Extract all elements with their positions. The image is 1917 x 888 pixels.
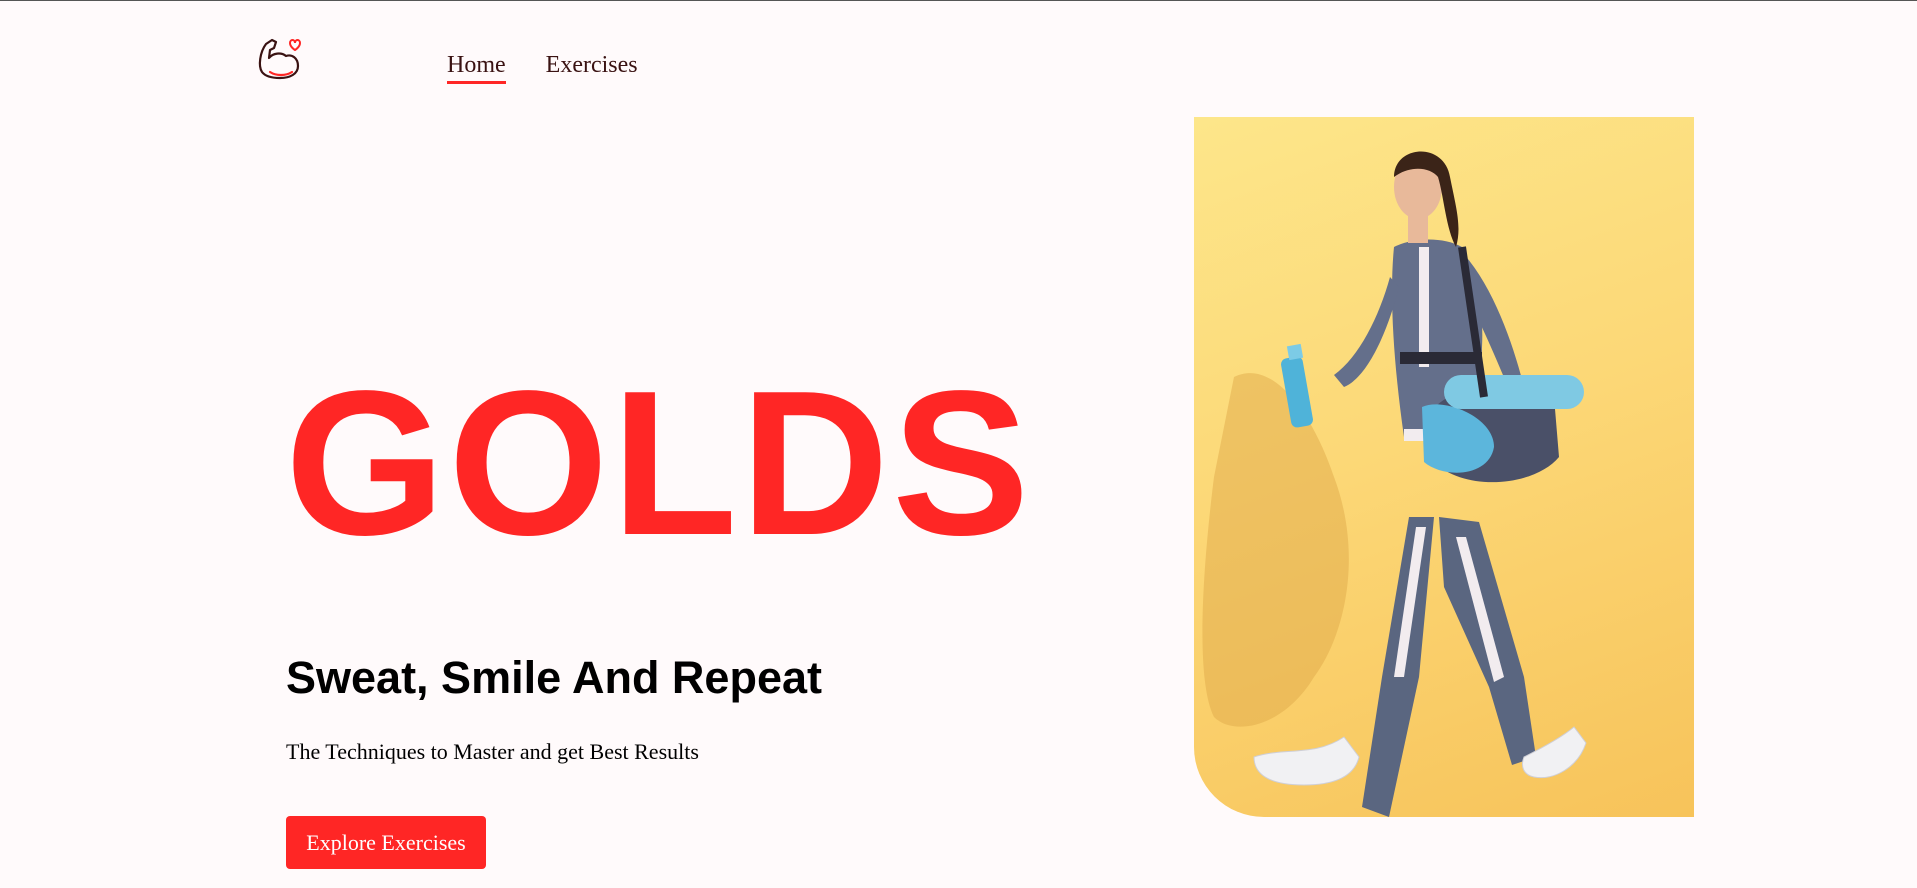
main-nav: Home Exercises (447, 52, 638, 84)
hero-subtitle: Sweat, Smile And Repeat (286, 652, 822, 703)
logo-icon[interactable] (254, 32, 306, 84)
hero-tagline: The Techniques to Master and get Best Re… (286, 739, 699, 764)
nav-exercises-link[interactable]: Exercises (546, 52, 638, 84)
top-border (0, 0, 1917, 1)
hero-title: GOLDS (285, 348, 1033, 578)
explore-exercises-button[interactable]: Explore Exercises (286, 816, 486, 869)
hero-banner-image (1194, 117, 1694, 817)
nav-home-link[interactable]: Home (447, 52, 506, 84)
